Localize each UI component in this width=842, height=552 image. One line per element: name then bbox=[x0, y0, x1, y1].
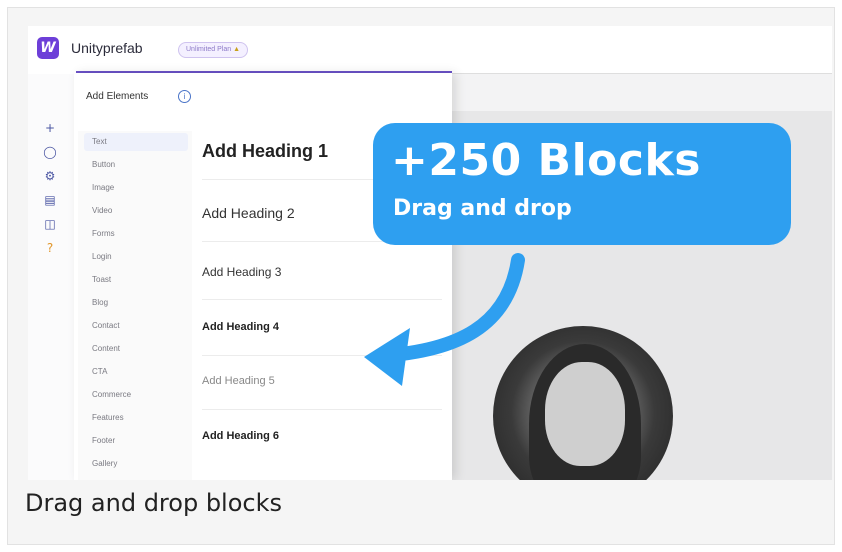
tile-caption: Drag and drop blocks bbox=[25, 489, 283, 517]
callout-subline: Drag and drop bbox=[393, 196, 572, 221]
drag-arrow-head bbox=[364, 328, 410, 386]
drag-arrow bbox=[364, 253, 525, 386]
tile-card: W Unityprefab Unlimited Plan ▲ + ◯ ⚙ ▤ ◫… bbox=[7, 7, 835, 545]
callout-headline: +250 Blocks bbox=[391, 135, 701, 186]
blocks-callout: +250 Blocks Drag and drop bbox=[373, 123, 791, 245]
